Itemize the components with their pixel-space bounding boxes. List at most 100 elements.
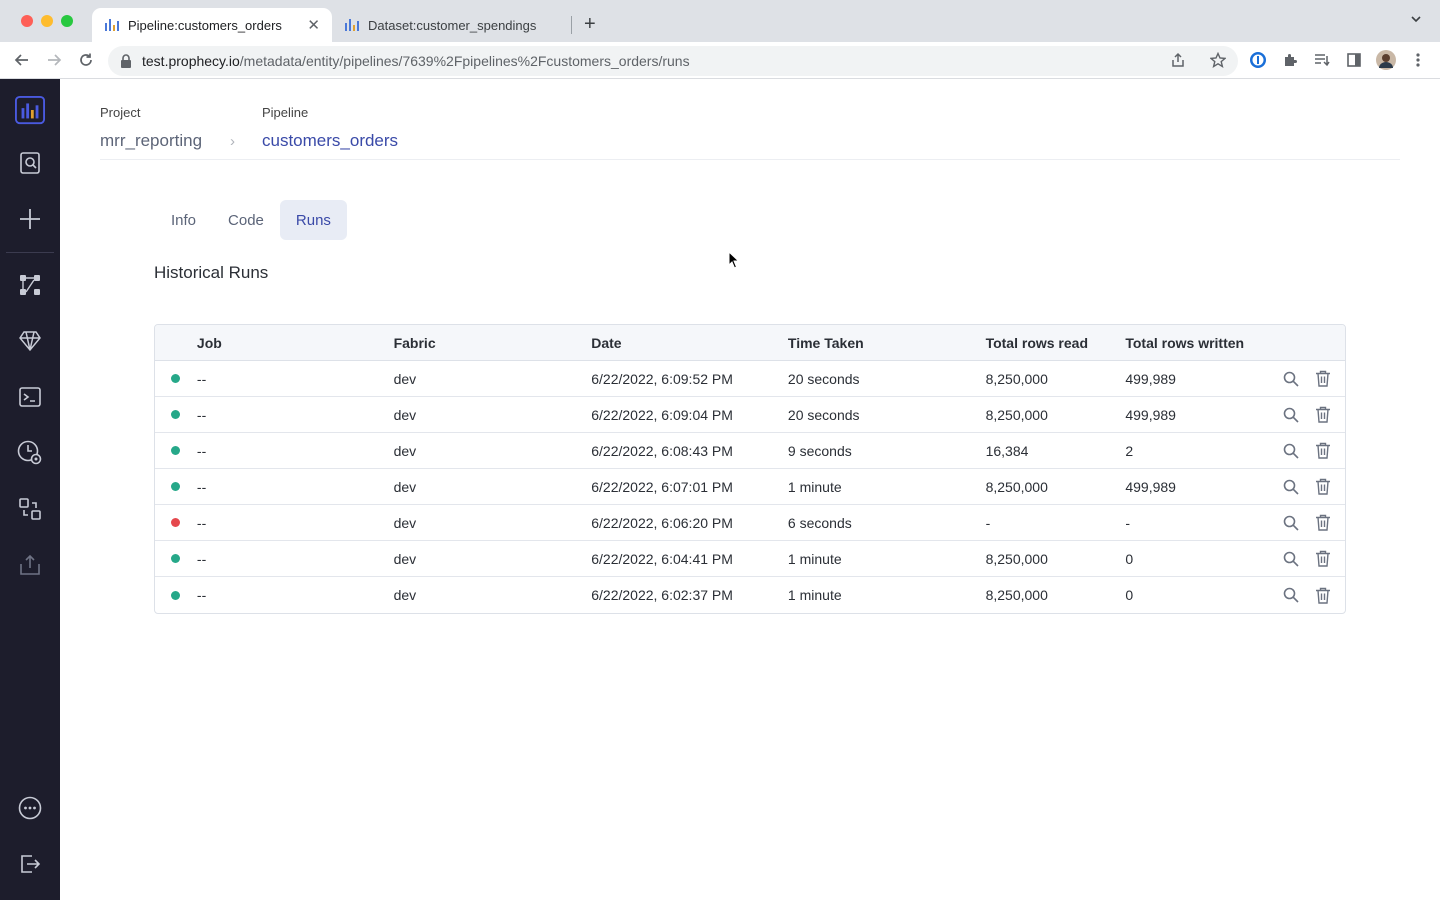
share-icon[interactable] xyxy=(1170,52,1186,71)
logout-icon[interactable] xyxy=(15,849,45,879)
status-cell xyxy=(155,518,197,527)
trash-icon[interactable] xyxy=(1315,406,1331,423)
rows-read-cell: 8,250,000 xyxy=(985,406,1048,423)
rows-read-cell: 8,250,000 xyxy=(985,370,1048,387)
search-icon[interactable] xyxy=(1283,371,1299,387)
search-icon[interactable] xyxy=(1283,443,1299,459)
time-taken-cell: 1 minute xyxy=(787,587,842,603)
search-icon[interactable] xyxy=(1283,479,1299,495)
status-success-icon xyxy=(171,482,181,491)
tab-info[interactable]: Info xyxy=(155,200,212,240)
time-taken-cell: 1 minute xyxy=(787,550,842,567)
logo-icon[interactable] xyxy=(15,95,45,125)
tab-runs[interactable]: Runs xyxy=(279,200,347,240)
table-header: Job Fabric Date Time Taken Total rows re… xyxy=(155,325,1345,361)
ide-terminal-icon[interactable] xyxy=(15,382,45,412)
pipelines-icon[interactable] xyxy=(15,270,45,300)
status-success-icon xyxy=(171,590,181,600)
col-date: Date xyxy=(591,334,622,351)
transpiler-icon[interactable] xyxy=(15,494,45,524)
actions-cell xyxy=(1255,370,1345,387)
trash-icon[interactable] xyxy=(1315,550,1331,567)
table-row[interactable]: -- dev 6/22/2022, 6:09:04 PM 20 seconds 8,25… xyxy=(155,397,1345,433)
search-icon[interactable] xyxy=(1283,551,1299,567)
search-icon[interactable] xyxy=(1283,587,1299,603)
status-cell xyxy=(155,410,197,419)
tab-code[interactable]: Code xyxy=(212,200,280,240)
fabric-cell: dev xyxy=(393,478,417,495)
date-cell: 6/22/2022, 6:09:52 PM xyxy=(591,370,733,387)
rows-written-cell: 499,989 xyxy=(1125,370,1176,387)
job-cell: -- xyxy=(196,587,207,603)
table-row[interactable]: -- dev 6/22/2022, 6:07:01 PM 1 minute 8,250,… xyxy=(155,469,1345,505)
bookmark-star-icon[interactable] xyxy=(1209,51,1227,71)
more-icon[interactable] xyxy=(15,793,45,823)
window-close-button[interactable] xyxy=(21,15,33,27)
job-cell: -- xyxy=(196,550,207,567)
project-link[interactable]: mrr_reporting xyxy=(100,131,202,151)
close-tab-icon[interactable]: ✕ xyxy=(307,16,320,34)
rows-written-cell: 499,989 xyxy=(1125,478,1176,495)
pipeline-label: Pipeline xyxy=(262,105,309,120)
table-row[interactable]: -- dev 6/22/2022, 6:06:20 PM 6 seconds - - xyxy=(155,505,1345,541)
back-icon[interactable] xyxy=(12,50,32,70)
trash-icon[interactable] xyxy=(1315,442,1331,459)
status-cell xyxy=(155,446,197,455)
rows-read-cell: 8,250,000 xyxy=(985,478,1048,495)
fabric-cell: dev xyxy=(393,442,417,459)
actions-cell xyxy=(1255,478,1345,495)
trash-icon[interactable] xyxy=(1315,514,1331,531)
fabric-cell: dev xyxy=(393,406,417,423)
search-icon[interactable] xyxy=(1283,515,1299,531)
actions-cell xyxy=(1255,550,1345,567)
date-cell: 6/22/2022, 6:08:43 PM xyxy=(591,442,733,459)
job-cell: -- xyxy=(196,514,207,531)
table-body: -- dev 6/22/2022, 6:09:52 PM 20 seconds 8,25… xyxy=(155,361,1345,613)
table-row[interactable]: -- dev 6/22/2022, 6:08:43 PM 9 seconds 16,38… xyxy=(155,433,1345,469)
search-metadata-icon[interactable] xyxy=(15,148,45,178)
chart-favicon-icon xyxy=(104,16,120,35)
browser-tab-dataset[interactable]: Dataset:customer_spendings xyxy=(332,8,570,42)
side-panel-icon[interactable] xyxy=(1344,50,1364,70)
trash-icon[interactable] xyxy=(1315,370,1331,387)
date-cell: 6/22/2022, 6:02:37 PM xyxy=(591,587,733,603)
chevron-down-icon[interactable] xyxy=(1410,13,1422,28)
window-zoom-button[interactable] xyxy=(61,15,73,27)
search-icon[interactable] xyxy=(1283,407,1299,423)
rows-read-cell: 16,384 xyxy=(985,442,1029,459)
extensions-icon[interactable] xyxy=(1280,50,1300,70)
table-row[interactable]: -- dev 6/22/2022, 6:09:52 PM 20 seconds 8,25… xyxy=(155,361,1345,397)
window-minimize-button[interactable] xyxy=(41,15,53,27)
trash-icon[interactable] xyxy=(1315,478,1331,495)
actions-cell xyxy=(1255,442,1345,459)
reading-list-icon[interactable] xyxy=(1312,50,1332,70)
rows-read-cell: 8,250,000 xyxy=(985,550,1048,567)
rows-written-cell: 0 xyxy=(1125,587,1134,603)
fabric-cell: dev xyxy=(393,587,417,603)
table-row[interactable]: -- dev 6/22/2022, 6:04:41 PM 1 minute 8,250,… xyxy=(155,541,1345,577)
reload-icon[interactable] xyxy=(76,50,96,70)
profile-avatar[interactable] xyxy=(1376,50,1396,70)
status-cell xyxy=(155,554,197,563)
upload-icon[interactable] xyxy=(15,550,45,580)
menu-icon[interactable] xyxy=(1408,50,1428,70)
mouse-cursor xyxy=(728,250,740,274)
address-bar[interactable]: test.prophecy.io/metadata/entity/pipelin… xyxy=(108,46,1238,76)
main-content: Project mrr_reporting › Pipeline custome… xyxy=(60,79,1440,900)
url-path: /metadata/entity/pipelines/7639%2Fpipeli… xyxy=(239,53,690,69)
status-failed-icon xyxy=(171,518,181,527)
browser-tab-pipeline[interactable]: Pipeline:customers_orders ✕ xyxy=(92,8,332,42)
table-row[interactable]: -- dev 6/22/2022, 6:02:37 PM 1 minute 8,250,… xyxy=(155,577,1345,613)
create-icon[interactable] xyxy=(15,204,45,234)
forward-icon[interactable] xyxy=(44,50,64,70)
rows-written-cell: 499,989 xyxy=(1125,406,1176,423)
password-manager-icon[interactable] xyxy=(1248,50,1268,70)
rows-read-cell: - xyxy=(985,514,991,531)
pipeline-link[interactable]: customers_orders xyxy=(262,131,398,151)
job-scheduler-icon[interactable] xyxy=(15,438,45,468)
gems-icon[interactable] xyxy=(15,326,45,356)
trash-icon[interactable] xyxy=(1315,587,1331,604)
status-success-icon xyxy=(171,554,181,563)
date-cell: 6/22/2022, 6:09:04 PM xyxy=(591,406,733,423)
new-tab-icon[interactable]: + xyxy=(584,12,596,36)
